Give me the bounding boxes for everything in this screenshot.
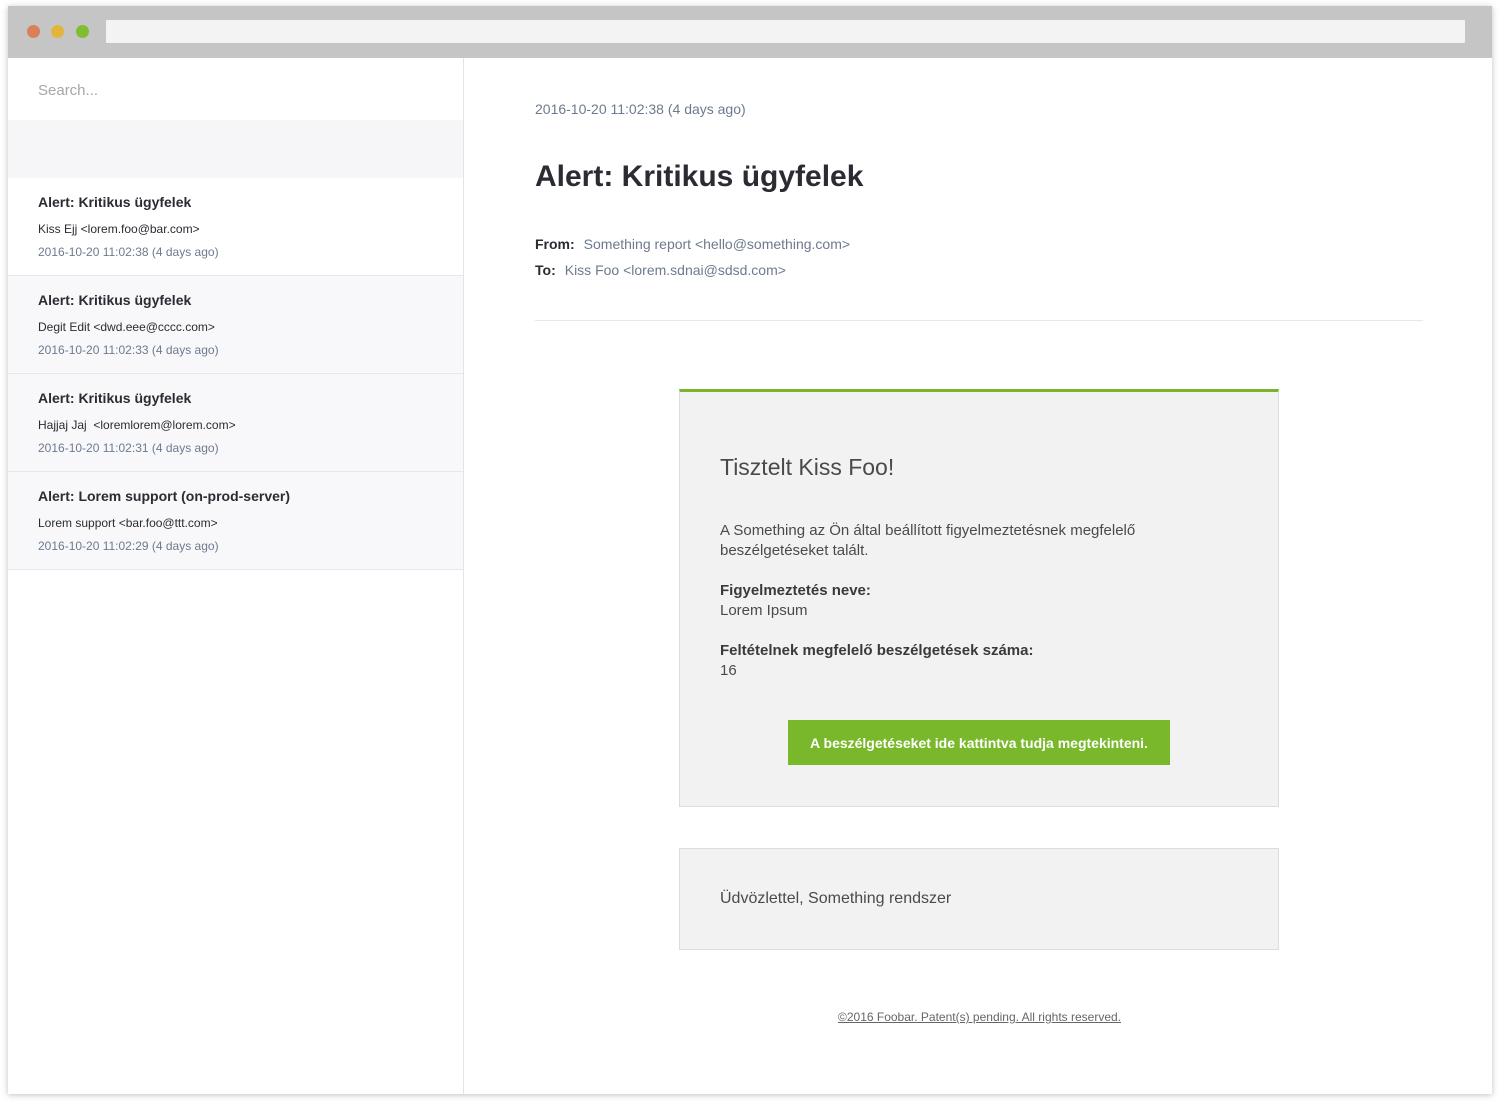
email-signoff: Üdvözlettel, Something rendszer [720, 890, 952, 907]
browser-titlebar [8, 6, 1492, 58]
signoff-card: Üdvözlettel, Something rendszer [679, 848, 1279, 950]
mail-sidebar: Alert: Kritikus ügyfelek Kiss Ejj <lorem… [8, 58, 464, 1094]
mail-date: 2016-10-20 11:02:29 (4 days ago) [38, 539, 219, 553]
alert-name-block: Figyelmeztetés neve: Lorem Ipsum [720, 581, 1160, 621]
message-from-row: From: Something report <hello@something.c… [535, 236, 850, 252]
to-address[interactable]: Kiss Foo <lorem.sdnai@sdsd.com> [565, 262, 786, 278]
header-divider [535, 320, 1423, 321]
browser-window: Alert: Kritikus ügyfelek Kiss Ejj <lorem… [8, 6, 1492, 1094]
message-to-row: To: Kiss Foo <lorem.sdnai@sdsd.com> [535, 262, 786, 278]
filter-bar [8, 120, 463, 178]
mail-subject: Alert: Kritikus ügyfelek [38, 292, 192, 308]
email-greeting: Tisztelt Kiss Foo! [720, 454, 895, 480]
email-body-card: Tisztelt Kiss Foo! A Something az Ön ált… [679, 389, 1279, 807]
minimize-window-icon[interactable] [51, 25, 64, 38]
match-count-value: 16 [720, 662, 737, 679]
from-label: From: [535, 236, 575, 252]
view-conversations-button[interactable]: A beszélgetéseket ide kattintva tudja me… [788, 720, 1170, 765]
mail-sender: Hajjaj Jaj <loremlorem@lorem.com> [38, 418, 236, 432]
message-subject: Alert: Kritikus ügyfelek [535, 160, 864, 193]
email-intro: A Something az Ön által beállított figye… [720, 522, 1136, 559]
message-date: 2016-10-20 11:02:38 (4 days ago) [535, 101, 746, 117]
close-window-icon[interactable] [27, 25, 40, 38]
match-count-label: Feltételnek megfelelő beszélgetések szám… [720, 642, 1034, 659]
footer-copyright-link[interactable]: ©2016 Foobar. Patent(s) pending. All rig… [838, 1010, 1121, 1024]
mail-date: 2016-10-20 11:02:38 (4 days ago) [38, 245, 219, 259]
mail-list: Alert: Kritikus ügyfelek Kiss Ejj <lorem… [8, 178, 463, 570]
mail-list-item[interactable]: Alert: Kritikus ügyfelek Degit Edit <dwd… [8, 276, 463, 374]
mail-subject: Alert: Lorem support (on-prod-server) [38, 488, 291, 504]
mail-subject: Alert: Kritikus ügyfelek [38, 194, 192, 210]
mail-date: 2016-10-20 11:02:31 (4 days ago) [38, 441, 219, 455]
mail-list-item[interactable]: Alert: Lorem support (on-prod-server) Lo… [8, 472, 463, 570]
mail-sender: Kiss Ejj <lorem.foo@bar.com> [38, 222, 200, 236]
from-address[interactable]: Something report <hello@something.com> [584, 236, 850, 252]
alert-name-value: Lorem Ipsum [720, 602, 808, 619]
search-input[interactable] [38, 76, 438, 104]
mail-subject: Alert: Kritikus ügyfelek [38, 390, 192, 406]
match-count-block: Feltételnek megfelelő beszélgetések szám… [720, 641, 1160, 681]
search-bar [8, 58, 463, 120]
to-label: To: [535, 262, 556, 278]
alert-name-label: Figyelmeztetés neve: [720, 582, 871, 599]
address-bar[interactable] [106, 20, 1465, 43]
maximize-window-icon[interactable] [76, 25, 89, 38]
mail-sender: Degit Edit <dwd.eee@cccc.com> [38, 320, 215, 334]
message-view: 2016-10-20 11:02:38 (4 days ago) Alert: … [464, 58, 1492, 1094]
mail-date: 2016-10-20 11:02:33 (4 days ago) [38, 343, 219, 357]
mail-sender: Lorem support <bar.foo@ttt.com> [38, 516, 218, 530]
mail-list-item[interactable]: Alert: Kritikus ügyfelek Kiss Ejj <lorem… [8, 178, 463, 276]
mail-list-item[interactable]: Alert: Kritikus ügyfelek Hajjaj Jaj <lor… [8, 374, 463, 472]
